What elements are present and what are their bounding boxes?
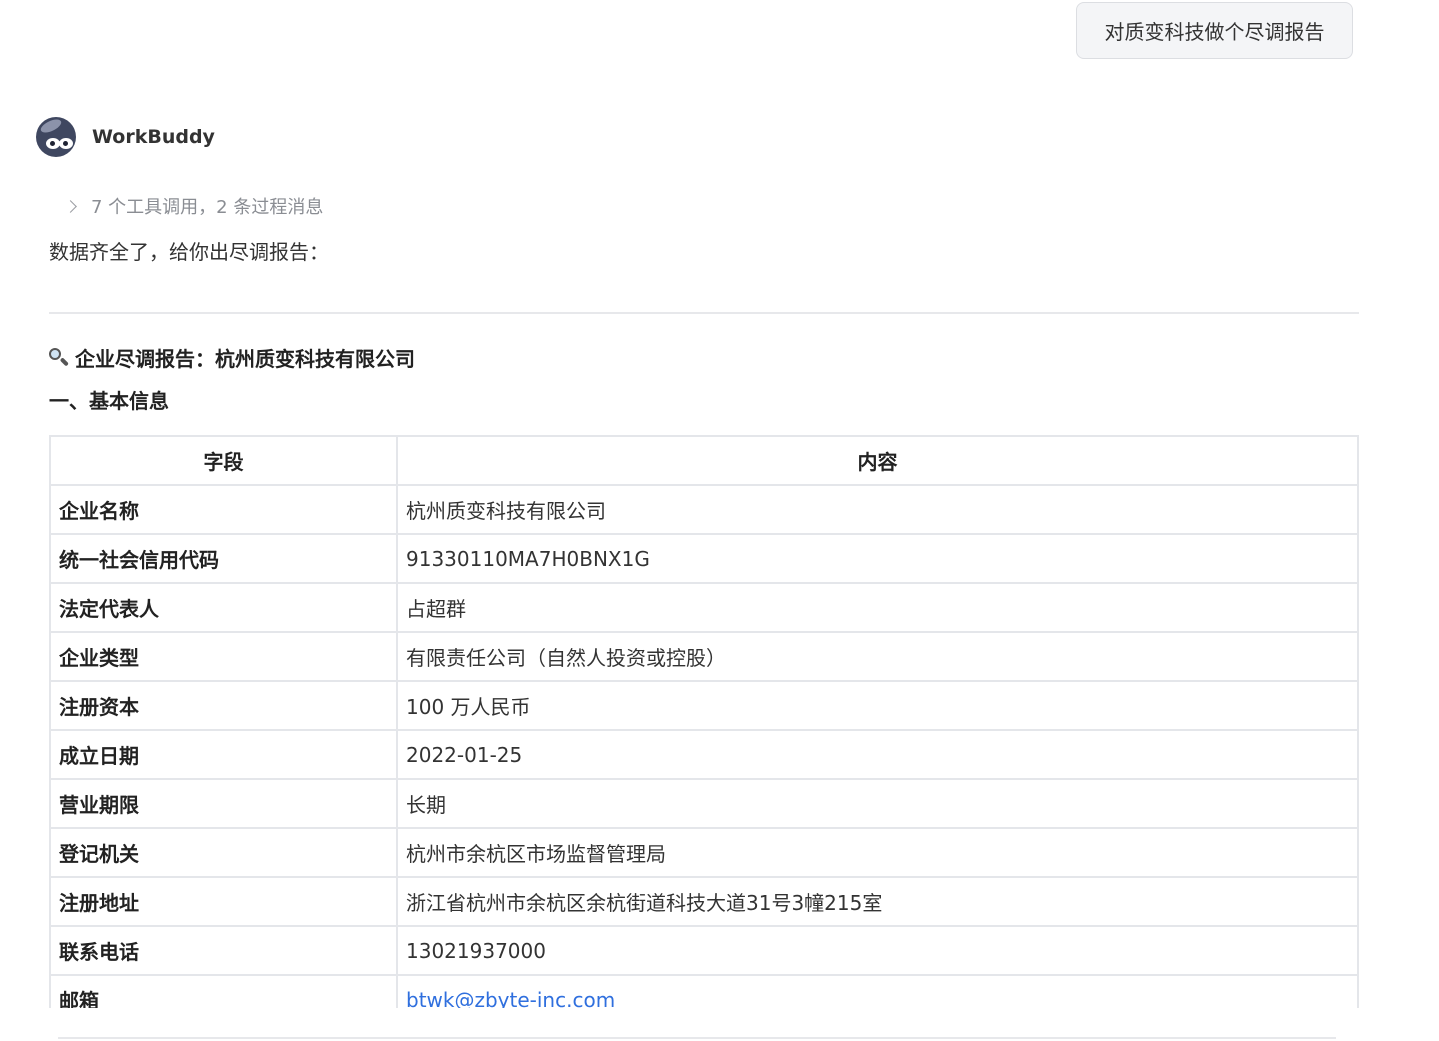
- table-row: 注册地址 浙江省杭州市余杭区余杭街道科技大道31号3幢215室: [49, 876, 1359, 927]
- assistant-intro-text: 数据齐全了，给你出尽调报告：: [49, 240, 329, 264]
- magnifier-icon: [47, 346, 71, 370]
- field-value-cell: 13021937000: [396, 925, 1359, 976]
- table-header-row: 字段 内容: [49, 435, 1359, 486]
- table-row: 联系电话 13021937000: [49, 925, 1359, 976]
- field-name-cell: 注册地址: [49, 876, 398, 927]
- column-header-content: 内容: [396, 435, 1359, 486]
- field-name-cell: 法定代表人: [49, 582, 398, 633]
- tool-summary-toggle[interactable]: 7 个工具调用，2 条过程消息: [64, 193, 324, 219]
- field-name-cell: 统一社会信用代码: [49, 533, 398, 584]
- table-row: 企业类型 有限责任公司（自然人投资或控股）: [49, 631, 1359, 682]
- field-name-cell: 企业名称: [49, 484, 398, 535]
- table-row: 成立日期 2022-01-25: [49, 729, 1359, 780]
- field-name-cell: 营业期限: [49, 778, 398, 829]
- chevron-right-icon: [64, 199, 77, 213]
- field-name-cell: 注册资本: [49, 680, 398, 731]
- basic-info-table: 字段 内容 企业名称 杭州质变科技有限公司 统一社会信用代码 91330110MA7H…: [49, 435, 1359, 1008]
- field-name-cell: 登记机关: [49, 827, 398, 878]
- field-value-cell: 有限责任公司（自然人投资或控股）: [396, 631, 1359, 682]
- field-name-cell: 联系电话: [49, 925, 398, 976]
- assistant-name: WorkBuddy: [92, 126, 215, 148]
- field-value-cell: 占超群: [396, 582, 1359, 633]
- field-value-cell: 100 万人民币: [396, 680, 1359, 731]
- table-row: 统一社会信用代码 91330110MA7H0BNX1G: [49, 533, 1359, 584]
- field-value-cell: 长期: [396, 778, 1359, 829]
- workbuddy-avatar-icon: [36, 117, 76, 157]
- divider: [58, 1037, 1336, 1039]
- table-row: 法定代表人 占超群: [49, 582, 1359, 633]
- field-name-cell: 成立日期: [49, 729, 398, 780]
- field-value-cell: 杭州市余杭区市场监督管理局: [396, 827, 1359, 878]
- assistant-header: WorkBuddy: [36, 117, 215, 157]
- table-row: 企业名称 杭州质变科技有限公司: [49, 484, 1359, 535]
- field-value-cell: 2022-01-25: [396, 729, 1359, 780]
- table-row: 注册资本 100 万人民币: [49, 680, 1359, 731]
- field-value-cell: 浙江省杭州市余杭区余杭街道科技大道31号3幢215室: [396, 876, 1359, 927]
- field-value-cell: 杭州质变科技有限公司: [396, 484, 1359, 535]
- divider: [49, 312, 1359, 314]
- email-link[interactable]: btwk@zbyte-inc.com: [396, 974, 1359, 1008]
- table-row: 营业期限 长期: [49, 778, 1359, 829]
- table-row: 登记机关 杭州市余杭区市场监督管理局: [49, 827, 1359, 878]
- report-title-text: 企业尽调报告：杭州质变科技有限公司: [75, 347, 415, 371]
- field-name-cell: 企业类型: [49, 631, 398, 682]
- field-value-cell: 91330110MA7H0BNX1G: [396, 533, 1359, 584]
- user-message-bubble: 对质变科技做个尽调报告: [1076, 2, 1353, 59]
- field-name-cell: 邮箱: [49, 974, 398, 1008]
- section-title-basic-info: 一、基本信息: [49, 389, 169, 413]
- table-row: 邮箱 btwk@zbyte-inc.com: [49, 974, 1359, 1008]
- basic-info-table-container[interactable]: 字段 内容 企业名称 杭州质变科技有限公司 统一社会信用代码 91330110MA7H…: [49, 435, 1359, 1008]
- tool-summary-label: 7 个工具调用，2 条过程消息: [91, 197, 324, 218]
- report-title: 企业尽调报告：杭州质变科技有限公司: [47, 343, 415, 372]
- chat-page: 对质变科技做个尽调报告 WorkBuddy 7 个工具调用，2 条过程消息 数据…: [0, 0, 1439, 1041]
- column-header-field: 字段: [49, 435, 398, 486]
